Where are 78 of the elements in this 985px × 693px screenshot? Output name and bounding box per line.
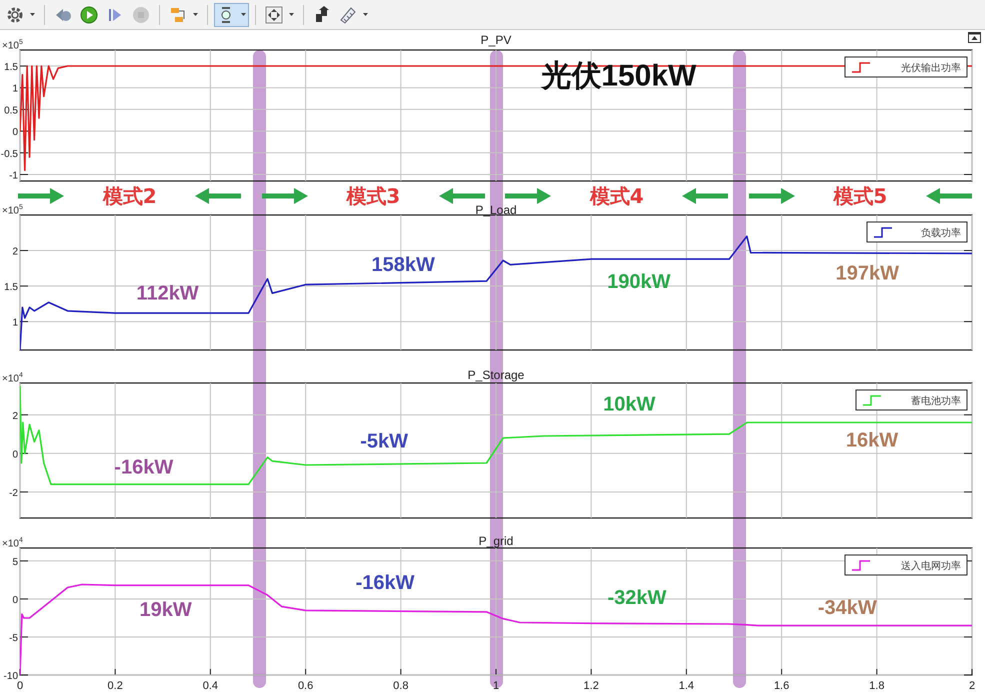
value-label: 16kW <box>846 429 898 452</box>
tick-label: 0.5 <box>4 105 18 116</box>
arrow-icon <box>682 188 728 204</box>
legend-label: 蓄电池功率 <box>911 396 961 407</box>
axis-exponent: ×10$^{5}$ <box>2 203 23 216</box>
play-icon <box>80 6 98 24</box>
blocks-icon <box>169 6 187 24</box>
plot-title: P_Storage <box>468 368 524 382</box>
arrow-icon <box>262 188 308 204</box>
value-label: 19kW <box>140 598 192 621</box>
tick-label: -2 <box>9 488 18 499</box>
value-label: -16kW <box>114 456 174 478</box>
gear-icon <box>6 6 24 24</box>
tick-label: 1.4 <box>678 680 694 692</box>
value-label: 190kW <box>607 271 670 294</box>
tick-label: 0.2 <box>108 680 123 692</box>
mode-label: 模式4 <box>590 182 644 210</box>
mode-label: 模式5 <box>833 182 888 210</box>
value-label: -34kW <box>818 596 877 619</box>
value-label: 10kW <box>603 393 656 416</box>
tick-label: 1.6 <box>774 680 790 692</box>
plot-title: P_grid <box>478 534 514 548</box>
arrow-icon <box>505 188 551 204</box>
tick-label: 5 <box>12 556 18 568</box>
value-label: -16kW <box>356 572 415 594</box>
plot-title: P_Load <box>475 203 517 217</box>
caret-icon <box>289 13 294 16</box>
legend-label: 光伏输出功率 <box>901 63 961 74</box>
headline-label: 光伏150kW <box>541 60 696 93</box>
value-label: 197kW <box>836 262 899 285</box>
tick-label: 1.8 <box>869 680 884 692</box>
axis-exponent: ×10$^{5}$ <box>2 38 23 52</box>
tick-label: 1.5 <box>4 62 18 74</box>
arrow-icon <box>195 188 242 204</box>
mode-label: 模式2 <box>102 182 157 210</box>
tick-label: -10 <box>4 671 18 682</box>
axis-exponent: ×10$^{4}$ <box>2 536 23 550</box>
tick-label: 0.6 <box>298 680 314 692</box>
zoom-button[interactable] <box>214 2 249 26</box>
tick-label: -5 <box>9 632 18 644</box>
caret-icon <box>193 13 198 16</box>
legend-label: 负载功率 <box>921 228 961 239</box>
tick-label: 0 <box>12 449 18 460</box>
axis-exponent: ×10$^{4}$ <box>2 371 23 384</box>
tick-label: 2 <box>12 410 18 422</box>
tick-label: 0 <box>16 680 24 692</box>
tick-label: 2 <box>12 246 18 258</box>
tick-label: -0.5 <box>0 148 18 160</box>
value-label: -5kW <box>360 430 408 452</box>
expand-icon <box>265 6 283 24</box>
tick-label: 0 <box>12 127 18 138</box>
tick-label: 1.2 <box>584 680 599 692</box>
value-label: 112kW <box>136 282 199 304</box>
undock-icon[interactable] <box>968 32 981 43</box>
legend-label: 送入电网功率 <box>901 561 961 572</box>
tick-label: 1.5 <box>4 282 18 294</box>
caret-icon <box>30 13 35 16</box>
tick-label: 1 <box>12 84 18 95</box>
tick-label: 1 <box>12 318 18 329</box>
plot-title: P_PV <box>480 33 512 47</box>
arrow-icon <box>748 188 794 204</box>
tick-label: 1 <box>492 680 500 692</box>
stop-icon <box>132 6 150 24</box>
tick-label: -1 <box>9 170 18 182</box>
caret-icon <box>363 13 368 16</box>
tick-label: 0.4 <box>202 680 218 692</box>
arrow-icon <box>18 188 64 204</box>
arrow-icon <box>438 188 485 204</box>
mode-label: 模式3 <box>346 182 400 210</box>
tick-label: 0 <box>12 594 18 606</box>
value-label: -32kW <box>607 586 666 609</box>
caret-icon <box>241 13 246 16</box>
step-arrow-icon <box>313 6 331 24</box>
tick-label: 2 <box>968 680 976 692</box>
arrow-icon <box>926 188 972 204</box>
value-label: 158kW <box>372 254 435 276</box>
tick-label: 0.8 <box>393 680 408 692</box>
ruler-icon <box>339 6 357 24</box>
